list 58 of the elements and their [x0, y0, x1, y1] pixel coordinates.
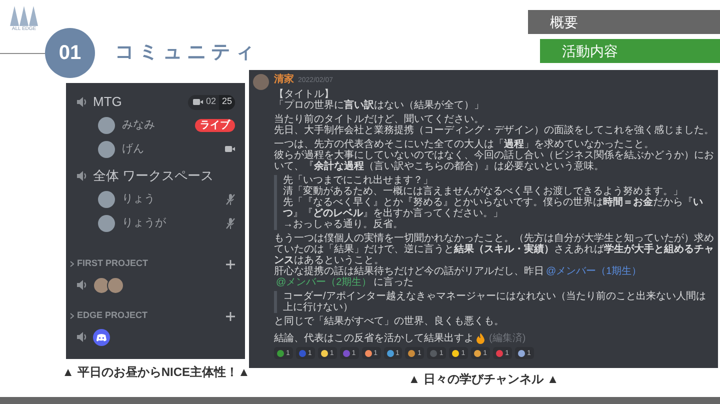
add-icon[interactable]	[226, 260, 235, 268]
quote-line: コーダー/アポインター越えなきゃマネージャーにはなれない（当たり前のこと出来ない人間は上に行けない）	[283, 291, 707, 313]
edited-label: (編集済)	[489, 333, 526, 344]
speaker-icon	[76, 331, 87, 343]
section-number: 01	[45, 28, 95, 78]
message-line: 結論、代表はこの反省を活かして結果出すよ	[274, 333, 474, 344]
message-line: 肝心な提携の話は結果待ちだけど今の話がリアルだし、昨日 @メンバー（1期生） @メンバー（2期生） に言った	[274, 266, 644, 288]
member-name[interactable]: げん	[122, 140, 144, 158]
message-line: 「プロの世界に言い訳はない（結果が全て）」	[274, 100, 485, 111]
message-line: 彼らが過程を大事にしていないのではなく、今回の話し合い（ビジネス関係を結ぶかどうか）において、『余計な過程（言い訳やこちらの都合）』は必要ないという意味。	[274, 150, 715, 172]
message-line: と同じで「結果がすべて」の世界、良くも悪くも。	[274, 316, 505, 327]
category-name[interactable]: FIRST PROJECT	[77, 257, 148, 271]
member-name[interactable]: りょうが	[122, 214, 166, 232]
message-line: 先日、大手制作会社と業務提携（コーディング・デザイン）の面談をしてこれを強く感じました。	[274, 125, 715, 136]
channel-name[interactable]: MTG	[93, 92, 122, 112]
video-count: 02	[204, 95, 217, 108]
section-title: コミュニティ	[115, 40, 259, 65]
message-line: 【タイトル】	[274, 89, 335, 100]
caption: ▲ 平日のお昼からNICE主体性！▲	[61, 364, 251, 380]
caption: ▲ 日々の学びチャンネル ▲	[407, 371, 560, 387]
chevron-icon	[70, 261, 74, 267]
member-name[interactable]: りょう	[122, 190, 155, 208]
nav-tab[interactable]: 活動内容	[540, 39, 720, 63]
avatar	[98, 190, 115, 208]
quote-line: 清「変動があるため、一概には言えませんがなるべく早くお渡しできるよう努めます。」	[283, 186, 684, 197]
triangles-icon	[10, 6, 38, 26]
avatar	[98, 214, 115, 232]
mention-link[interactable]: @メンバー（2期生）	[275, 277, 373, 288]
add-icon[interactable]	[226, 312, 235, 320]
game-controller-icon	[93, 328, 110, 346]
user-limit: 25	[218, 94, 235, 110]
nav-tab[interactable]: 概要	[528, 10, 720, 34]
speaker-icon	[76, 96, 87, 108]
muted-microphone-icon	[226, 194, 235, 204]
message-line: 一つは、先方の代表含めそこにいた全ての大人は「過程」を求めていなかったこと。	[274, 139, 655, 150]
message-line: もう一つは僕個人の実情を一切聞かれなかったこと。（先方は自分が大学生と知っていたが）求めていたのは「結果」だけで、逆に言うと結果（スキル・実績）さえあれば学生が大手と組めるチャンスはあるということ。	[274, 233, 715, 266]
avatar	[98, 116, 115, 134]
chevron-icon	[70, 313, 74, 319]
category-name[interactable]: EDGE PROJECT	[77, 309, 148, 323]
avatar	[93, 276, 110, 294]
camera-icon	[225, 145, 235, 153]
author-name: 清家	[274, 74, 294, 85]
avatar	[107, 276, 124, 294]
flame-icon	[476, 333, 485, 344]
camera-icon	[192, 98, 203, 106]
speaker-icon	[76, 279, 87, 291]
mention-link[interactable]: @メンバー（1期生）	[545, 266, 643, 277]
quote-line: →おっしゃる通り。反省。	[283, 219, 404, 230]
quote-line: 先「いつまでにこれ出せます？」	[283, 175, 434, 186]
avatar	[98, 140, 115, 158]
avatar	[253, 74, 269, 90]
speaker-icon	[76, 170, 87, 182]
member-name[interactable]: みなみ	[122, 116, 155, 134]
live-badge: ライブ	[195, 118, 235, 132]
channel-name[interactable]: 全体 ワークスペース	[93, 166, 214, 186]
muted-microphone-icon	[226, 218, 235, 228]
message-line: 当たり前のタイトルだけど、聞いてください。	[274, 114, 485, 125]
quote-line: 先「『なるべく早く』とか『努める』とかいらないです。僕らの世界は時間＝お金だから『いつ』『どのレベル』を出すか言ってください。」	[283, 197, 704, 219]
